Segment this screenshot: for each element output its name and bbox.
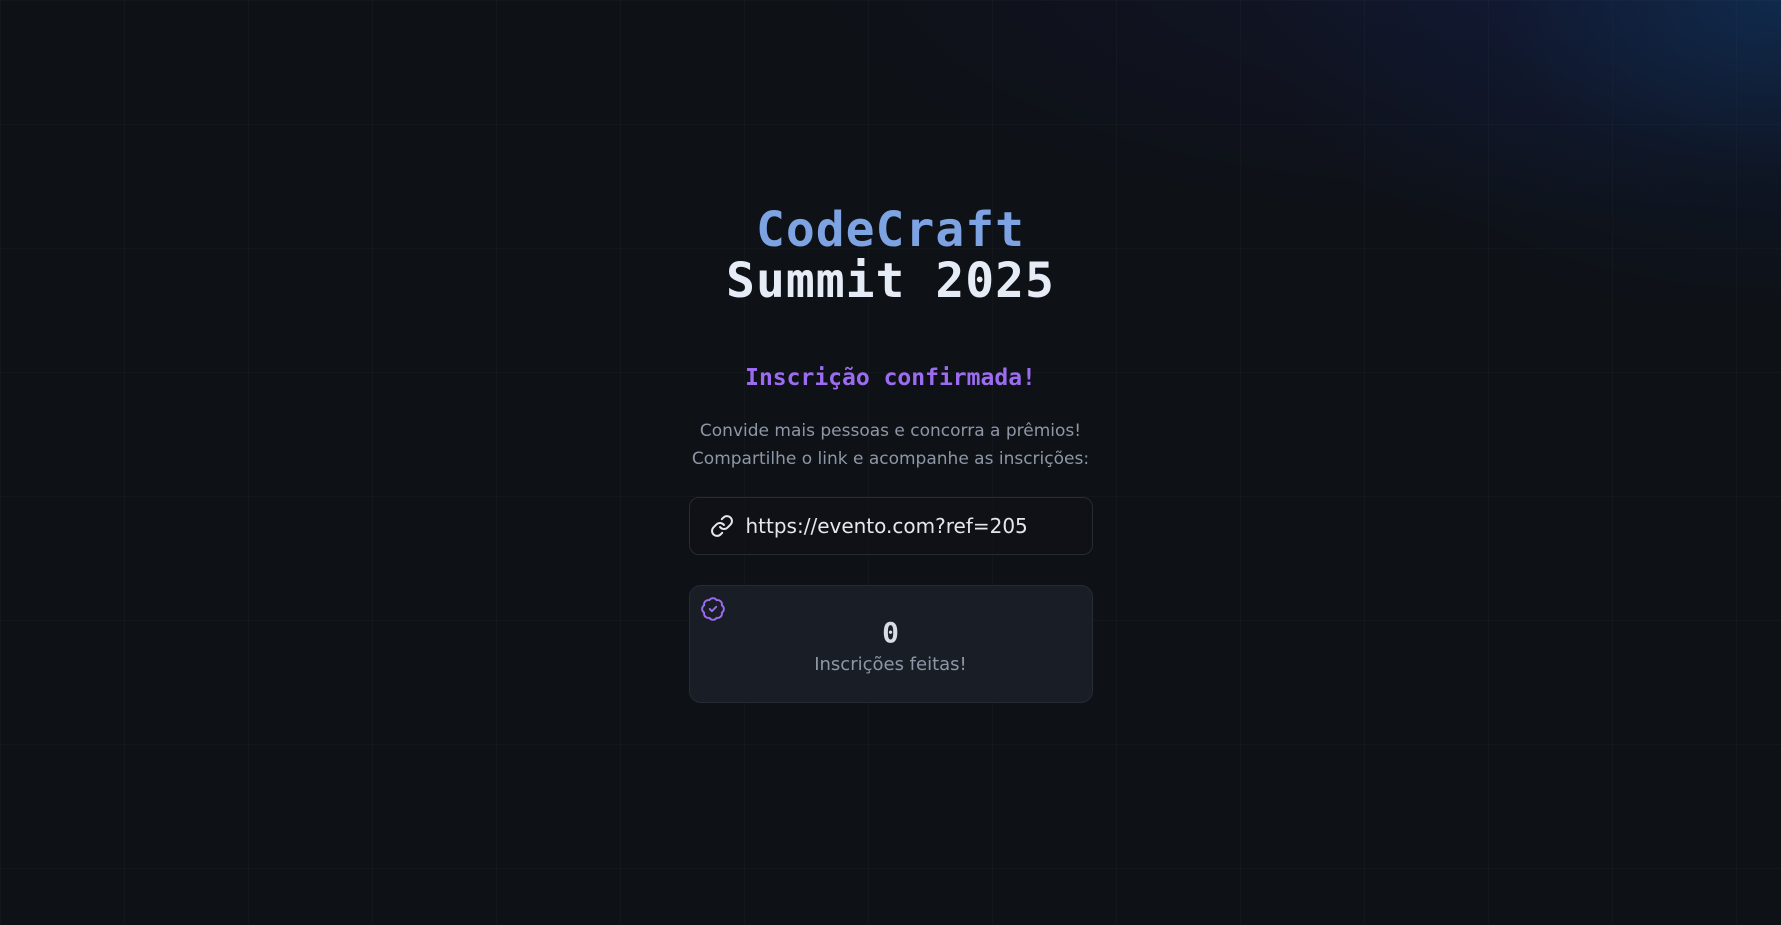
main-content: CodeCraft Summit 2025 Inscrição confirma… — [0, 0, 1781, 703]
confirmation-description: Convide mais pessoas e concorra a prêmio… — [692, 417, 1089, 473]
logo-subtitle: Summit 2025 — [726, 253, 1055, 309]
signups-count: 0 — [882, 615, 899, 649]
event-logo: CodeCraft Summit 2025 — [726, 206, 1055, 305]
signups-label: Inscrições feitas! — [814, 653, 967, 675]
description-line-2: Compartilhe o link e acompanhe as inscri… — [691, 449, 1090, 469]
page: CodeCraft Summit 2025 Inscrição confirma… — [0, 0, 1781, 925]
signups-counter-card: 0 Inscrições feitas! — [688, 585, 1093, 703]
logo-title: CodeCraft — [755, 202, 1026, 258]
link-icon — [710, 514, 734, 538]
verified-badge-icon — [700, 596, 726, 622]
description-line-1: Convide mais pessoas e concorra a prêmio… — [699, 421, 1082, 441]
confirmation-heading: Inscrição confirmada! — [745, 365, 1036, 391]
invite-link-url[interactable]: https://evento.com?ref=205 — [746, 514, 1028, 538]
invite-link-field[interactable]: https://evento.com?ref=205 — [688, 497, 1093, 555]
